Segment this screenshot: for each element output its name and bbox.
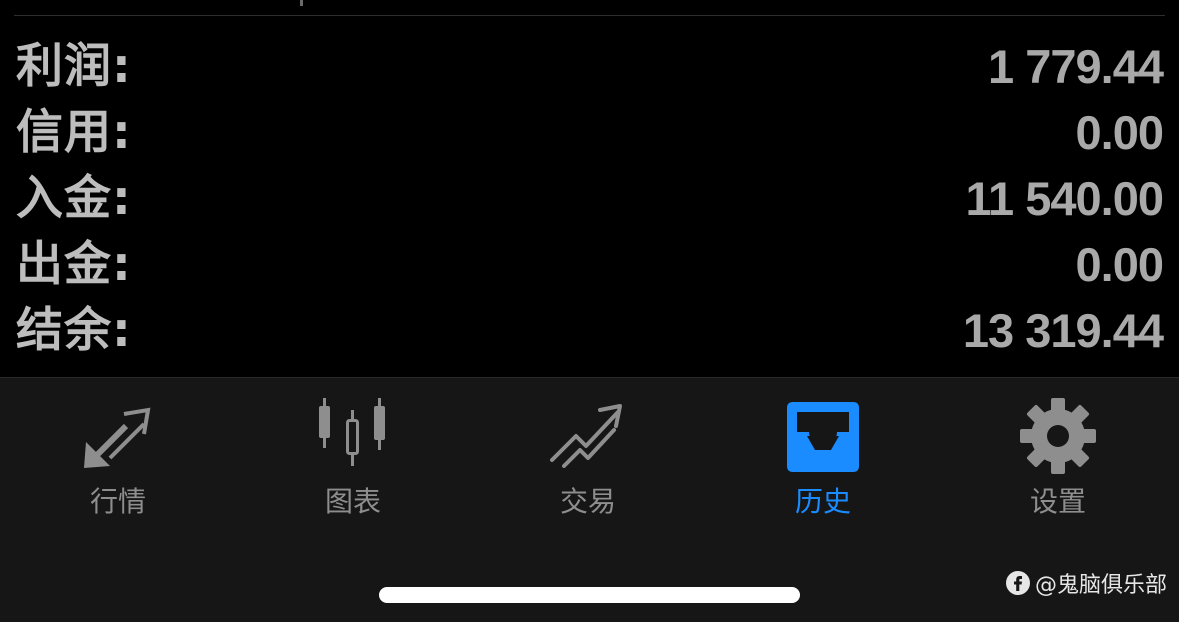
summary-row-profit: 利润: 1 779.44 — [0, 34, 1179, 100]
tab-trade-label: 交易 — [559, 485, 616, 518]
tab-chart-label: 图表 — [324, 485, 381, 518]
watermark-logo-icon — [1005, 571, 1030, 595]
withdrawal-label: 出金: — [16, 237, 132, 292]
tab-history[interactable]: 历史 — [723, 378, 923, 528]
top-cutoff-text — [300, 0, 303, 6]
history-inbox-icon — [787, 402, 859, 472]
profit-label: 利润: — [16, 39, 132, 94]
tab-chart[interactable]: 图表 — [253, 378, 453, 528]
tab-trade[interactable]: 交易 — [488, 378, 688, 528]
summary-row-credit: 信用: 0.00 — [0, 100, 1179, 166]
tab-bar: 行情 图表 交易 历史 设置 — [0, 378, 1179, 538]
tab-quotes-label: 行情 — [89, 485, 146, 518]
candlestick-chart-icon — [319, 398, 385, 466]
withdrawal-value: 0.00 — [1075, 238, 1164, 291]
tab-settings[interactable]: 设置 — [958, 378, 1158, 528]
home-indicator[interactable] — [379, 587, 800, 603]
summary-row-balance: 结余: 13 319.44 — [0, 298, 1179, 364]
watermark-text: @鬼脑俱乐部 — [1034, 573, 1167, 598]
profit-value: 1 779.44 — [988, 40, 1164, 93]
tab-quotes[interactable]: 行情 — [18, 378, 218, 528]
account-summary: 利润: 1 779.44 信用: 0.00 入金: 11 540.00 出金: … — [0, 34, 1179, 364]
trade-trend-icon — [550, 404, 622, 468]
credit-label: 信用: — [16, 105, 132, 160]
balance-label: 结余: — [16, 303, 132, 358]
summary-row-withdrawal: 出金: 0.00 — [0, 232, 1179, 298]
tab-history-label: 历史 — [794, 485, 851, 518]
balance-value: 13 319.44 — [962, 304, 1164, 357]
credit-value: 0.00 — [1075, 106, 1164, 159]
summary-row-deposit: 入金: 11 540.00 — [0, 166, 1179, 232]
deposit-value: 11 540.00 — [965, 172, 1164, 225]
tab-settings-label: 设置 — [1029, 485, 1086, 518]
bottom-area: 行情 图表 交易 历史 设置 @鬼脑俱乐部 — [0, 377, 1179, 622]
deposit-label: 入金: — [16, 171, 132, 226]
history-screen: 利润: 1 779.44 信用: 0.00 入金: 11 540.00 出金: … — [0, 0, 1179, 622]
divider — [14, 15, 1165, 16]
watermark: @鬼脑俱乐部 — [1005, 565, 1167, 601]
quotes-arrows-icon — [84, 407, 151, 468]
gear-icon — [1020, 398, 1096, 474]
